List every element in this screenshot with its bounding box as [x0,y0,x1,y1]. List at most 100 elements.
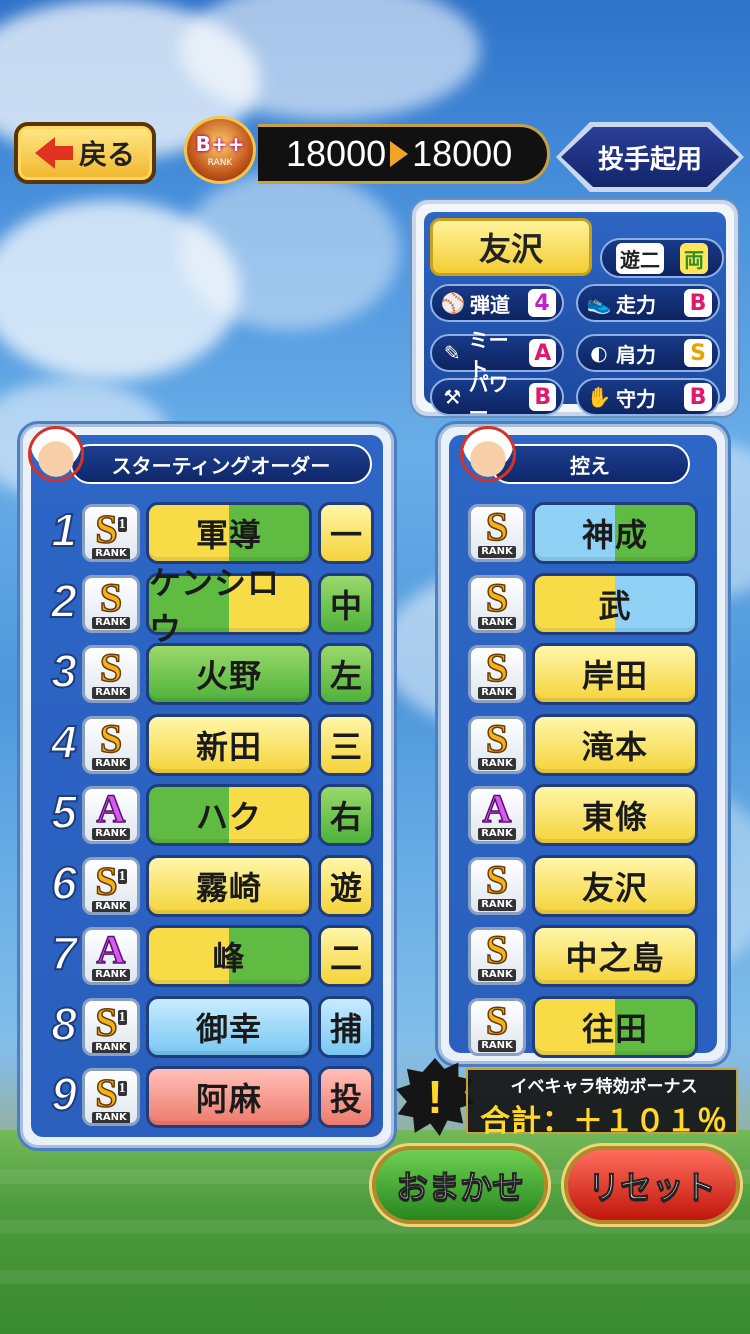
rank-letter: S [485,856,509,902]
lineup-position[interactable]: 一 [318,502,374,564]
rank-caption: RANK [478,828,516,840]
stat-chip: ✋ 守力 B [576,378,720,416]
stat-grade: 4 [528,289,556,317]
bench-player-name[interactable]: 往田 [532,995,698,1058]
batter-mascot-icon [28,426,84,482]
batting-order-number: 8 [50,997,78,1051]
rank-letter: S [99,574,123,620]
lineup-player-name[interactable]: ハク [146,784,312,846]
rank-badge: S RANK [82,645,140,703]
lineup-position[interactable]: 遊 [318,854,374,917]
rank-badge: S RANK [468,645,526,703]
player-mascot-icon [460,426,516,482]
lineup-position[interactable]: 左 [318,643,374,705]
bonus-title: イベキャラ特効ボーナス [510,1077,698,1097]
batting-order-number: 4 [50,715,78,769]
rank-caption: RANK [478,757,516,770]
rank-badge: S RANK [468,715,526,774]
stat-label: 走力 [616,292,656,317]
stat-chip: 👟 走力 B [576,284,720,322]
stat-grade: B [684,289,712,317]
rank-letter: S [95,1070,119,1116]
pitcher-select-button[interactable]: 投手起用 [556,122,744,192]
rank-caption: RANK [92,1112,130,1123]
rank-badge: S1 RANK [82,856,140,915]
batting-side-label: 両 [680,242,708,274]
lineup-player-name[interactable]: 軍導 [146,502,312,564]
rank-letter: S [99,715,123,761]
bench-player-name[interactable]: 神成 [532,502,698,564]
rank-badge: A RANK [82,927,140,985]
lineup-player-name[interactable]: 新田 [146,713,312,776]
bench-player-name[interactable]: 岸田 [532,643,698,705]
bench-player-name[interactable]: 東條 [532,784,698,846]
lineup-player-name[interactable]: ケンシロウ [146,564,312,648]
lineup-player-name[interactable]: 御幸 [146,995,312,1058]
speed-icon: 👟 [586,291,612,315]
score-current: 18000 [286,133,387,174]
rank-sub: 1 [117,516,127,532]
rank-sub: 1 [117,1080,127,1096]
stat-chip: ⚾ 弾道 4 [430,284,564,322]
lineup-title-text: スターティングオーダー [111,453,331,478]
rank-letter: S [485,504,509,549]
back-button[interactable]: 戻る [14,122,156,184]
rank-caption: RANK [478,616,516,629]
bench-player-name[interactable]: 友沢 [532,854,698,917]
arrow-right-icon [390,141,409,167]
stat-grade: B [529,383,556,411]
auto-assign-label: おまかせ [395,1168,524,1207]
event-bonus-box: ! イベキャラ特効ボーナス 合計：＋１０１％ [396,1058,742,1140]
reset-button[interactable]: リセット [564,1146,740,1224]
team-rank-sub: RANK [207,158,233,168]
rank-badge: S1 RANK [82,1068,140,1126]
rank-caption: RANK [92,1041,130,1053]
lineup-player-name[interactable]: 阿麻 [146,1066,312,1128]
player-info-panel: 友沢 遊二 両 ⚾ 弾道 4 👟 走力 B ✎ ミート A ◐ 肩力 S ⚒ パワー B ✋ 守力 B [412,200,738,425]
rank-badge: S RANK [82,715,140,774]
rank-caption: RANK [478,546,516,558]
rank-letter: S [99,645,123,690]
bench-player-name[interactable]: 滝本 [532,713,698,776]
rank-caption: RANK [92,828,130,840]
lineup-player-name[interactable]: 霧崎 [146,854,312,917]
lineup-player-name[interactable]: 火野 [146,643,312,705]
rank-badge: S1 RANK [82,997,140,1056]
rank-sub: 1 [117,1010,127,1026]
meet-icon: ✎ [443,341,461,365]
rank-caption: RANK [478,1039,516,1052]
player-positions: 遊二 両 [600,238,724,278]
arm-icon: ◐ [590,341,608,365]
rank-caption: RANK [92,969,130,981]
lineup-player-name[interactable]: 峰 [146,925,312,987]
rank-badge: S RANK [468,856,526,915]
lineup-position[interactable]: 右 [318,784,374,846]
rank-caption: RANK [478,898,516,911]
stat-label: 守力 [616,386,656,411]
lineup-position[interactable]: 三 [318,713,374,776]
bench-player-name[interactable]: 武 [532,572,698,635]
lineup-position[interactable]: 二 [318,925,374,987]
auto-assign-button[interactable]: おまかせ [372,1146,548,1224]
rank-letter: A [96,927,126,972]
rank-letter: S [485,715,509,761]
rank-caption: RANK [92,548,130,559]
lineup-position[interactable]: 捕 [318,995,374,1058]
rank-letter: S [485,574,509,620]
stat-label: パワー [468,372,509,425]
rank-letter: A [96,786,126,831]
bat-icon: ⚾ [440,291,466,315]
bench-player-name[interactable]: 中之島 [532,925,698,987]
rank-badge: S RANK [468,997,526,1056]
team-rank-value: B++ [195,132,245,156]
stat-grade: B [684,383,712,411]
lineup-position[interactable]: 中 [318,572,374,635]
power-icon: ⚒ [443,385,462,409]
batting-order-number: 1 [50,503,78,557]
rank-badge: S RANK [468,504,526,562]
stat-chip: ⚒ パワー B [430,372,564,425]
lineup-position[interactable]: 投 [318,1066,374,1128]
rank-caption: RANK [478,969,516,981]
rank-badge: A RANK [82,786,140,844]
team-rank-badge: B++ RANK [174,112,266,188]
